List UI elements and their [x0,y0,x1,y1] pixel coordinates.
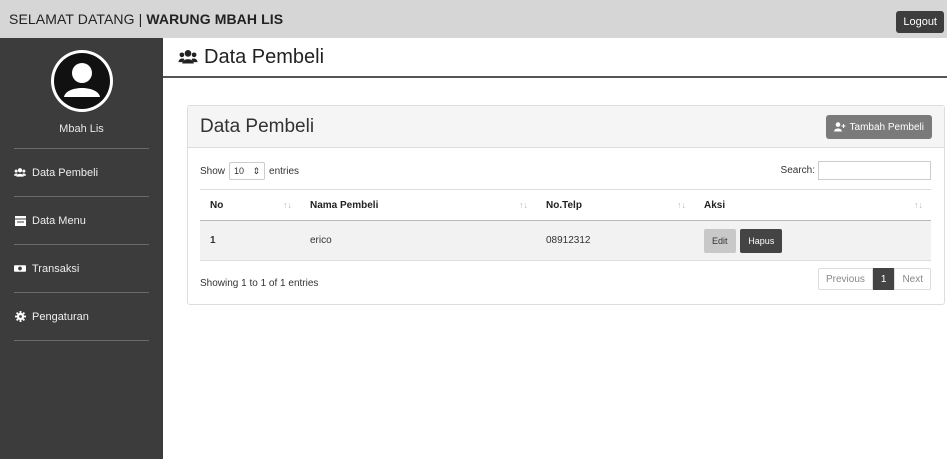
search-control: Search: [781,161,931,180]
avatar [51,50,113,112]
sort-icon: ↑↓ [914,200,923,210]
money-icon [14,263,26,275]
data-panel: Data Pembeli Tambah Pembeli Show 10 ⇕ en… [187,105,945,305]
users-icon [178,49,198,65]
sidebar-item-label: Data Menu [32,214,86,227]
page-header: Data Pembeli [163,38,947,78]
cell-no: 1 [200,220,300,261]
gear-icon [14,311,26,323]
search-input[interactable] [818,161,931,180]
select-arrows-icon: ⇕ [252,165,261,176]
logout-button[interactable]: Logout [896,11,944,33]
entries-select[interactable]: 10 ⇕ [229,162,266,180]
column-header-aksi[interactable]: Aksi ↑↓ [694,189,931,221]
profile-section: Mbah Lis [14,38,149,149]
cell-aksi: Edit Hapus [694,220,931,261]
pagination: Previous 1 Next [817,268,931,290]
edit-button[interactable]: Edit [704,228,736,253]
add-pembeli-button[interactable]: Tambah Pembeli [825,115,932,139]
sidebar-item-label: Transaksi [32,262,80,275]
sidebar-item-data-pembeli[interactable]: Data Pembeli [14,149,149,197]
sort-icon: ↑↓ [283,200,292,210]
sidebar-item-transaksi[interactable]: Transaksi [14,245,149,293]
table-info: Showing 1 to 1 of 1 entries [200,278,319,289]
add-button-label: Tambah Pembeli [849,121,924,133]
column-header-no[interactable]: No ↑↓ [200,189,300,221]
sidebar-item-label: Data Pembeli [32,166,99,179]
next-button[interactable]: Next [894,268,931,290]
user-plus-icon [833,122,846,132]
user-avatar-icon [54,53,110,109]
cell-nama: erico [300,220,536,261]
list-icon [14,215,26,227]
panel-title: Data Pembeli [200,116,315,137]
previous-button[interactable]: Previous [817,268,873,290]
panel-heading: Data Pembeli Tambah Pembeli [188,106,944,148]
sidebar: Mbah Lis Data Pembeli Data Menu Transaks… [0,38,163,459]
sidebar-item-pengaturan[interactable]: Pengaturan [14,293,149,341]
main-content: Data Pembeli Data Pembeli Tambah Pembeli… [163,38,947,459]
column-header-telp[interactable]: No.Telp ↑↓ [536,189,694,221]
sort-icon: ↑↓ [519,200,528,210]
search-label: Search: [780,165,815,176]
top-navbar: SELAMAT DATANG | WARUNG MBAH LIS Logout [0,0,947,38]
table-header-row: No ↑↓ Nama Pembeli ↑↓ No.Telp ↑↓ Aksi ↑↓ [200,189,931,221]
show-label: Show [200,165,226,177]
delete-button[interactable]: Hapus [740,228,783,253]
pembeli-table: No ↑↓ Nama Pembeli ↑↓ No.Telp ↑↓ Aksi ↑↓ 1 e… [200,189,931,261]
sort-icon: ↑↓ [677,200,686,210]
table-row: 1 erico 08912312 Edit Hapus [200,220,931,261]
sidebar-item-label: Pengaturan [32,310,89,323]
page-title: Data Pembeli [204,45,325,68]
shop-name: WARUNG MBAH LIS [146,11,284,27]
users-icon [14,167,26,179]
sidebar-item-data-menu[interactable]: Data Menu [14,197,149,245]
sidebar-username: Mbah Lis [59,123,104,135]
column-header-nama[interactable]: Nama Pembeli ↑↓ [300,189,536,221]
length-control: Show 10 ⇕ entries [200,162,299,180]
page-1-button[interactable]: 1 [872,268,895,290]
cell-telp: 08912312 [536,220,694,261]
welcome-text: SELAMAT DATANG | [9,11,143,27]
navbar-brand: SELAMAT DATANG | WARUNG MBAH LIS [9,11,283,27]
entries-label: entries [269,165,300,177]
entries-value: 10 [234,166,245,176]
